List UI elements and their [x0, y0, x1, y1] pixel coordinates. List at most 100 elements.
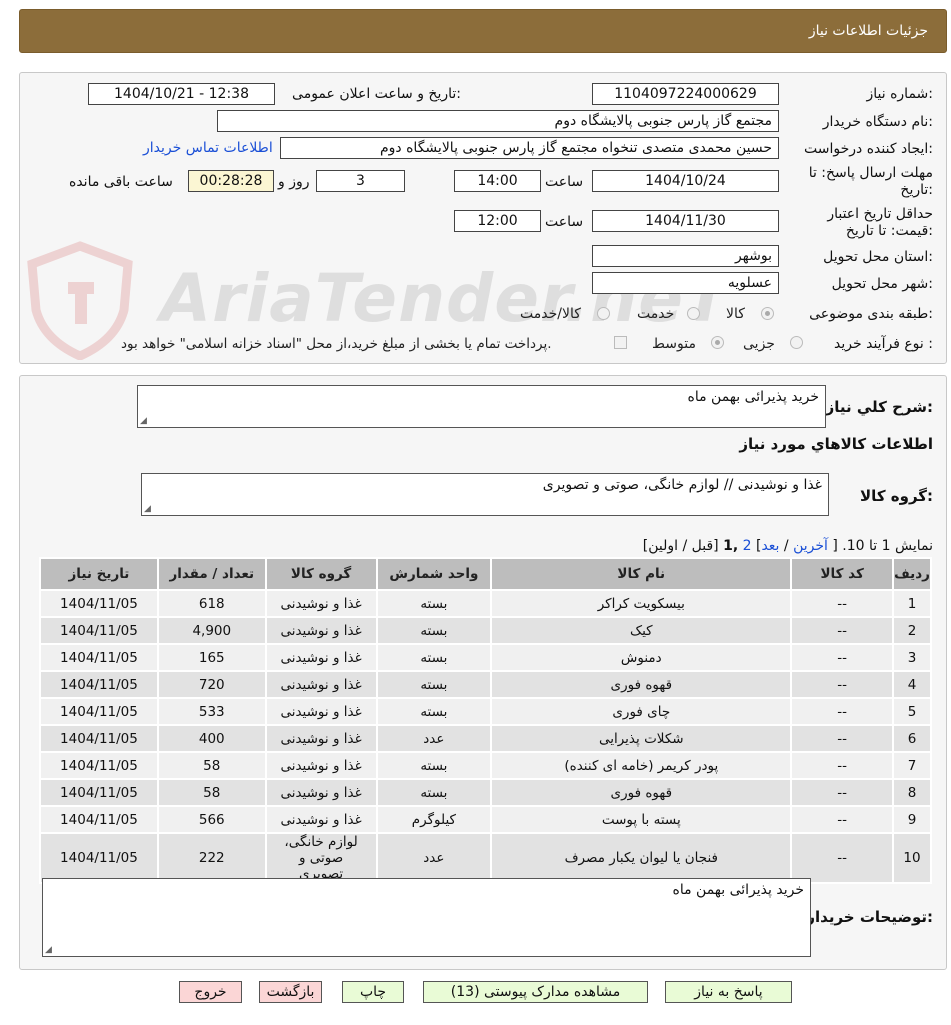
cell-row-number: 6 — [892, 724, 932, 753]
cell-item-name: شکلات پذیرایی — [490, 724, 793, 753]
cell-unit: عدد — [375, 832, 493, 884]
deadline-time-field[interactable]: 14:00 — [454, 170, 541, 192]
goods-group-textarea[interactable]: غذا و نوشیدنی // لوازم خانگی، صوتی و تصو… — [141, 473, 829, 516]
table-row[interactable]: 10 -- فنجان یا لیوان یکبار مصرف عدد لوازم خا… — [39, 832, 932, 884]
cell-row-number: 10 — [892, 832, 932, 884]
table-row[interactable]: 5 -- چای فوری بسته غذا و نوشیدنی 533 1404/11/0… — [39, 697, 932, 726]
category-option-goods: کالا — [726, 306, 745, 322]
process-option-medium: متوسط — [652, 336, 696, 352]
cell-row-number: 4 — [892, 670, 932, 699]
print-button[interactable]: چاپ — [342, 981, 404, 1003]
cell-item-code: -- — [790, 670, 895, 699]
cell-item-group: غذا و نوشیدنی — [264, 805, 378, 834]
col-header-quantity[interactable]: تعداد / مقدار — [156, 557, 267, 591]
process-radio-minor[interactable] — [790, 336, 803, 349]
validity-date-field[interactable]: 1404/11/30 — [592, 210, 779, 232]
province-field[interactable]: بوشهر — [592, 245, 779, 267]
buyer-notes-text: خرید پذیرائی بهمن ماه — [672, 882, 805, 898]
process-option-minor: جزیی — [743, 336, 775, 352]
creator-field[interactable]: حسین محمدی متصدی تنخواه مجتمع گاز پارس ج… — [280, 137, 779, 159]
buyer-label: نام دستگاه خریدار: — [822, 114, 933, 130]
treasury-payment-checkbox[interactable] — [614, 336, 627, 349]
cell-row-number: 1 — [892, 589, 932, 618]
remaining-time-field[interactable]: 00:28:28 — [188, 170, 274, 192]
table-row[interactable]: 4 -- قهوه فوری بسته غذا و نوشیدنی 720 1404/11/… — [39, 670, 932, 699]
announce-field[interactable]: 1404/10/21 - 12:38 — [88, 83, 275, 105]
cell-unit: بسته — [375, 697, 493, 726]
pagination-last-link[interactable]: آخرین — [793, 538, 828, 554]
view-attachments-button[interactable]: مشاهده مدارک پیوستی (13) — [423, 981, 648, 1003]
cell-quantity: 165 — [156, 643, 267, 672]
items-table: ردیف کد کالا نام کالا واحد شمارش گروه کا… — [39, 557, 932, 884]
buyer-field[interactable]: مجتمع گاز پارس جنوبی پالایشگاه دوم — [217, 110, 779, 132]
category-label: طبقه بندی موضوعی: — [809, 306, 933, 322]
resize-grip-icon[interactable]: ◢ — [45, 946, 52, 955]
cell-unit: بسته — [375, 778, 493, 807]
need-number-label: شماره نیاز: — [866, 86, 933, 102]
pagination-page-2-link[interactable]: 2 — [743, 538, 752, 554]
province-label: استان محل تحویل: — [823, 249, 933, 265]
cell-item-group: غذا و نوشیدنی — [264, 724, 378, 753]
category-radio-service[interactable] — [687, 307, 700, 320]
deadline-time-label: ساعت — [545, 174, 584, 190]
category-radio-goods-service[interactable] — [597, 307, 610, 320]
table-row[interactable]: 7 -- پودر کریمر (خامه ای کننده) بسته غذا و ن… — [39, 751, 932, 780]
col-header-item-code[interactable]: کد کالا — [790, 557, 895, 591]
cell-unit: کیلوگرم — [375, 805, 493, 834]
resize-grip-icon[interactable]: ◢ — [144, 505, 151, 514]
days-label: روز و — [278, 174, 310, 190]
cell-quantity: 222 — [156, 832, 267, 884]
resize-grip-icon[interactable]: ◢ — [140, 417, 147, 426]
cell-item-code: -- — [790, 643, 895, 672]
col-header-unit[interactable]: واحد شمارش — [375, 557, 493, 591]
table-row[interactable]: 9 -- پسته با پوست کیلوگرم غذا و نوشیدنی 566 14… — [39, 805, 932, 834]
city-label: شهر محل تحویل: — [831, 276, 933, 292]
cell-item-group: غذا و نوشیدنی — [264, 670, 378, 699]
cell-item-name: قهوه فوری — [490, 778, 793, 807]
col-header-need-date[interactable]: تاریخ نیاز — [39, 557, 159, 591]
cell-unit: بسته — [375, 643, 493, 672]
cell-item-code: -- — [790, 778, 895, 807]
goods-group-text: غذا و نوشیدنی // لوازم خانگی، صوتی و تصو… — [542, 477, 822, 493]
cell-item-code: -- — [790, 589, 895, 618]
page-header: جزئیات اطلاعات نیاز — [19, 9, 947, 53]
remaining-label: ساعت باقی مانده — [69, 174, 173, 190]
respond-button[interactable]: پاسخ به نیاز — [665, 981, 792, 1003]
category-radio-goods[interactable] — [761, 307, 774, 320]
cell-need-date: 1404/11/05 — [39, 805, 159, 834]
buyer-notes-textarea[interactable]: خرید پذیرائی بهمن ماه ◢ — [42, 878, 811, 957]
table-row[interactable]: 6 -- شکلات پذیرایی عدد غذا و نوشیدنی 400 1404/… — [39, 724, 932, 753]
pagination-next-link[interactable]: بعد — [761, 538, 779, 554]
buyer-contact-link[interactable]: اطلاعات تماس خریدار — [143, 140, 273, 156]
col-header-row-number[interactable]: ردیف — [892, 557, 932, 591]
table-row[interactable]: 8 -- قهوه فوری بسته غذا و نوشیدنی 58 1404/11/0… — [39, 778, 932, 807]
cell-item-group: لوازم خانگی، صوتی و تصویری — [264, 832, 378, 884]
cell-need-date: 1404/11/05 — [39, 670, 159, 699]
days-field[interactable]: 3 — [316, 170, 405, 192]
back-button[interactable]: بازگشت — [259, 981, 322, 1003]
page-title: جزئیات اطلاعات نیاز — [808, 23, 928, 39]
validity-label: حداقل تاریخ اعتبار قیمت: تا تاریخ: — [827, 206, 933, 239]
cell-need-date: 1404/11/05 — [39, 751, 159, 780]
cell-quantity: 720 — [156, 670, 267, 699]
cell-item-code: -- — [790, 697, 895, 726]
cell-quantity: 58 — [156, 751, 267, 780]
validity-time-field[interactable]: 12:00 — [454, 210, 541, 232]
col-header-item-name[interactable]: نام کالا — [490, 557, 793, 591]
cell-need-date: 1404/11/05 — [39, 724, 159, 753]
cell-item-name: فنجان یا لیوان یکبار مصرف — [490, 832, 793, 884]
city-field[interactable]: عسلویه — [592, 272, 779, 294]
col-header-item-group[interactable]: گروه کالا — [264, 557, 378, 591]
cell-item-code: -- — [790, 805, 895, 834]
table-row[interactable]: 3 -- دمنوش بسته غذا و نوشیدنی 165 1404/11/05 — [39, 643, 932, 672]
exit-button[interactable]: خروج — [179, 981, 242, 1003]
process-radio-medium[interactable] — [711, 336, 724, 349]
summary-textarea[interactable]: خرید پذیرائی بهمن ماه ◢ — [137, 385, 826, 428]
goods-info-title: اطلاعات کالاهاي مورد نياز — [739, 435, 933, 453]
need-number-field[interactable]: 1104097224000629 — [592, 83, 779, 105]
cell-unit: بسته — [375, 751, 493, 780]
cell-item-group: غذا و نوشیدنی — [264, 643, 378, 672]
table-row[interactable]: 2 -- کیک بسته غذا و نوشیدنی 4,900 1404/11/05 — [39, 616, 932, 645]
table-row[interactable]: 1 -- بیسکویت کراکر بسته غذا و نوشیدنی 618 1404… — [39, 589, 932, 618]
deadline-date-field[interactable]: 1404/10/24 — [592, 170, 779, 192]
